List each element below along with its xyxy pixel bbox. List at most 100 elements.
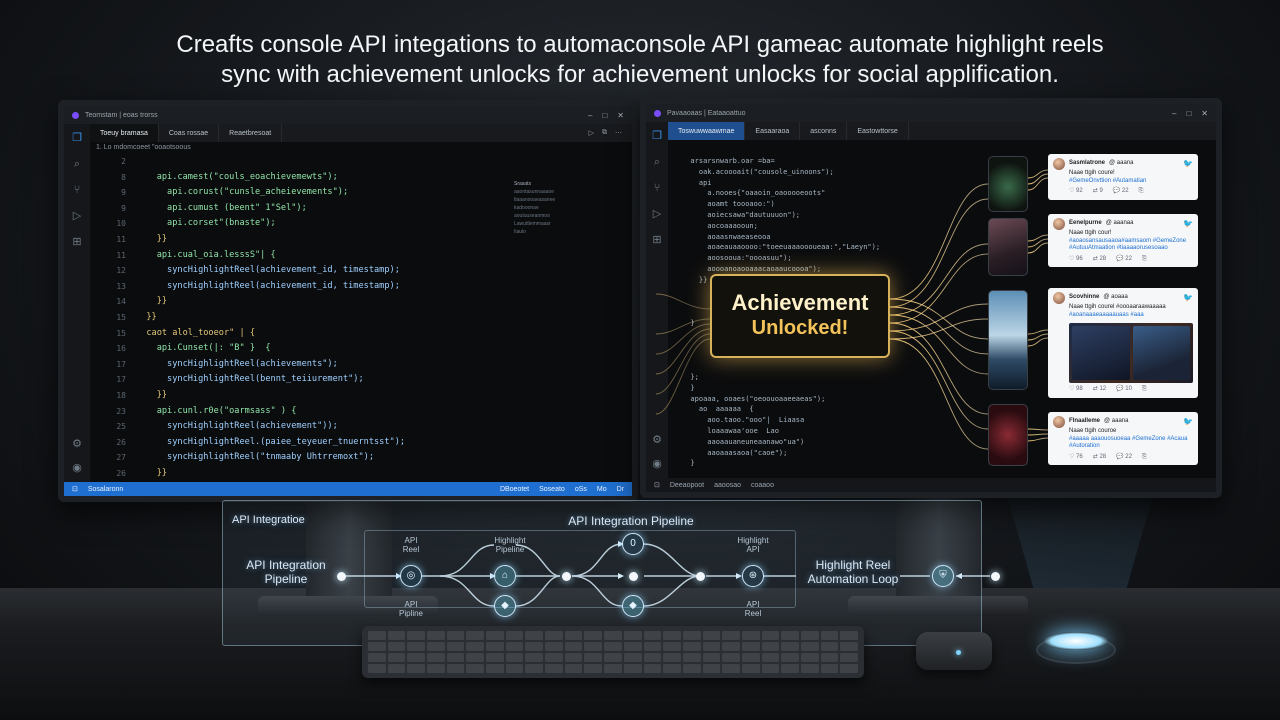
- keyboard-key[interactable]: [702, 664, 721, 673]
- reel-node-icon[interactable]: ⊛: [742, 565, 764, 587]
- debug-icon[interactable]: ▷: [71, 210, 83, 222]
- status-branch[interactable]: Sosalaronn: [88, 486, 123, 493]
- keyboard-key[interactable]: [840, 631, 858, 640]
- keyboard-key[interactable]: [643, 642, 662, 651]
- bookmark-icon[interactable]: ⎘: [1142, 256, 1147, 264]
- account-icon[interactable]: ◉: [651, 458, 663, 470]
- keyboard-key[interactable]: [427, 631, 445, 640]
- reply-icon[interactable]: 💬 10: [1116, 386, 1132, 394]
- keyboard-key[interactable]: [781, 653, 799, 662]
- keyboard-key[interactable]: [446, 653, 465, 662]
- keyboard-key[interactable]: [643, 631, 662, 640]
- breadcrumb[interactable]: 1. Lo mdomcoeet "ooaotsoous: [96, 144, 191, 151]
- code-editor[interactable]: api.camest("couls_eoachievemewts"); api.…: [136, 154, 405, 496]
- keyboard-key[interactable]: [643, 664, 662, 673]
- keyboard-key[interactable]: [623, 653, 642, 662]
- settings-gear-icon[interactable]: ⚙: [71, 438, 83, 450]
- keyboard-key[interactable]: [800, 664, 819, 673]
- keyboard-key[interactable]: [663, 631, 681, 640]
- reply-icon[interactable]: 💬 22: [1116, 256, 1132, 264]
- keyboard-key[interactable]: [486, 664, 504, 673]
- keyboard-key[interactable]: [682, 664, 701, 673]
- keyboard-key[interactable]: [722, 664, 740, 673]
- keyboard-key[interactable]: [466, 664, 485, 673]
- keyboard-key[interactable]: [505, 642, 524, 651]
- zero-node-icon[interactable]: 0: [622, 533, 644, 555]
- keyboard-key[interactable]: [564, 642, 583, 651]
- keyboard-key[interactable]: [623, 631, 642, 640]
- like-icon[interactable]: ♡ 98: [1069, 386, 1083, 394]
- highlight-thumbnail[interactable]: [988, 218, 1028, 276]
- keyboard-key[interactable]: [663, 653, 681, 662]
- keyboard-key[interactable]: [564, 664, 583, 673]
- keyboard-key[interactable]: [368, 664, 386, 673]
- diamond-node-icon[interactable]: ◆: [494, 595, 516, 617]
- keyboard-key[interactable]: [368, 642, 386, 651]
- close-icon[interactable]: ✕: [1201, 109, 1208, 118]
- retweet-icon[interactable]: ⇄ 9: [1093, 188, 1103, 196]
- keyboard-key[interactable]: [505, 631, 524, 640]
- highlight-thumbnail[interactable]: [988, 156, 1028, 212]
- keyboard-key[interactable]: [820, 653, 839, 662]
- run-icon[interactable]: ▷: [589, 129, 594, 137]
- tab-2[interactable]: Coas rossae: [159, 124, 220, 142]
- post-hashtags[interactable]: #aoanaaaeaaaaauaas #aaa: [1069, 312, 1193, 320]
- keyboard-key[interactable]: [446, 664, 465, 673]
- social-post[interactable]: Flnaalleme @ aaana 🐦 Naae ttgih couroe #…: [1048, 412, 1198, 465]
- keyboard-key[interactable]: [741, 631, 760, 640]
- keyboard-key[interactable]: [505, 653, 524, 662]
- keyboard-key[interactable]: [387, 642, 406, 651]
- minimize-icon[interactable]: –: [588, 111, 592, 120]
- bookmark-icon[interactable]: ⎘: [1142, 386, 1147, 394]
- keyboard-key[interactable]: [840, 653, 858, 662]
- keyboard-key[interactable]: [722, 653, 740, 662]
- keyboard-key[interactable]: [368, 631, 386, 640]
- tab-1[interactable]: Toswuwwaawmae: [668, 122, 746, 140]
- social-post[interactable]: Eenelpurne @ aaanaa 🐦 Naae ttgih cour! #…: [1048, 214, 1198, 267]
- keyboard-key[interactable]: [741, 642, 760, 651]
- highlight-thumbnail[interactable]: [988, 290, 1028, 390]
- keyboard-key[interactable]: [545, 631, 563, 640]
- keyboard-key[interactable]: [505, 664, 524, 673]
- settings-gear-icon[interactable]: ⚙: [651, 434, 663, 446]
- keyboard-key[interactable]: [702, 631, 721, 640]
- keyboard-key[interactable]: [525, 642, 544, 651]
- keyboard-key[interactable]: [663, 664, 681, 673]
- outline-item[interactable]: Lawuttlemmaasr: [514, 220, 574, 228]
- post-hashtags[interactable]: #aoaosansausaaoa#aamsaom #GemeZone #Autu…: [1069, 238, 1193, 253]
- tab-1[interactable]: Toeuy bramasa: [90, 124, 159, 142]
- retweet-icon[interactable]: ⇄ 28: [1093, 454, 1106, 462]
- more-icon[interactable]: ⋯: [615, 129, 622, 137]
- keyboard-key[interactable]: [486, 653, 504, 662]
- lock-node-icon[interactable]: ⌂: [494, 565, 516, 587]
- keyboard-key[interactable]: [781, 631, 799, 640]
- social-post[interactable]: Scovhinne @ aoaaa 🐦 Naae ttgih courel #o…: [1048, 288, 1198, 398]
- keyboard-key[interactable]: [820, 631, 839, 640]
- search-icon[interactable]: ⌕: [71, 158, 83, 170]
- keyboard-key[interactable]: [800, 653, 819, 662]
- keyboard-key[interactable]: [584, 653, 603, 662]
- keyboard-key[interactable]: [800, 631, 819, 640]
- keyboard-key[interactable]: [427, 653, 445, 662]
- status-item[interactable]: DBoeotet: [500, 486, 529, 493]
- keyboard-key[interactable]: [604, 631, 622, 640]
- like-icon[interactable]: ♡ 96: [1069, 256, 1083, 264]
- keyboard-key[interactable]: [761, 653, 780, 662]
- keyboard-key[interactable]: [407, 653, 426, 662]
- keyboard-key[interactable]: [525, 664, 544, 673]
- keyboard-key[interactable]: [761, 631, 780, 640]
- bookmark-icon[interactable]: ⎘: [1139, 188, 1144, 196]
- reply-icon[interactable]: 💬 22: [1116, 454, 1132, 462]
- keyboard-key[interactable]: [387, 653, 406, 662]
- split-editor-icon[interactable]: ⧉: [602, 129, 607, 137]
- maximize-icon[interactable]: □: [602, 111, 607, 120]
- keyboard-key[interactable]: [663, 642, 681, 651]
- status-item[interactable]: coaaoo: [751, 482, 774, 489]
- keyboard-key[interactable]: [604, 664, 622, 673]
- retweet-icon[interactable]: ⇄ 12: [1093, 386, 1106, 394]
- keyboard-key[interactable]: [761, 642, 780, 651]
- bookmark-icon[interactable]: ⎘: [1142, 454, 1147, 462]
- remote-icon[interactable]: ⊡: [72, 485, 78, 493]
- keyboard-key[interactable]: [623, 642, 642, 651]
- keyboard-key[interactable]: [761, 664, 780, 673]
